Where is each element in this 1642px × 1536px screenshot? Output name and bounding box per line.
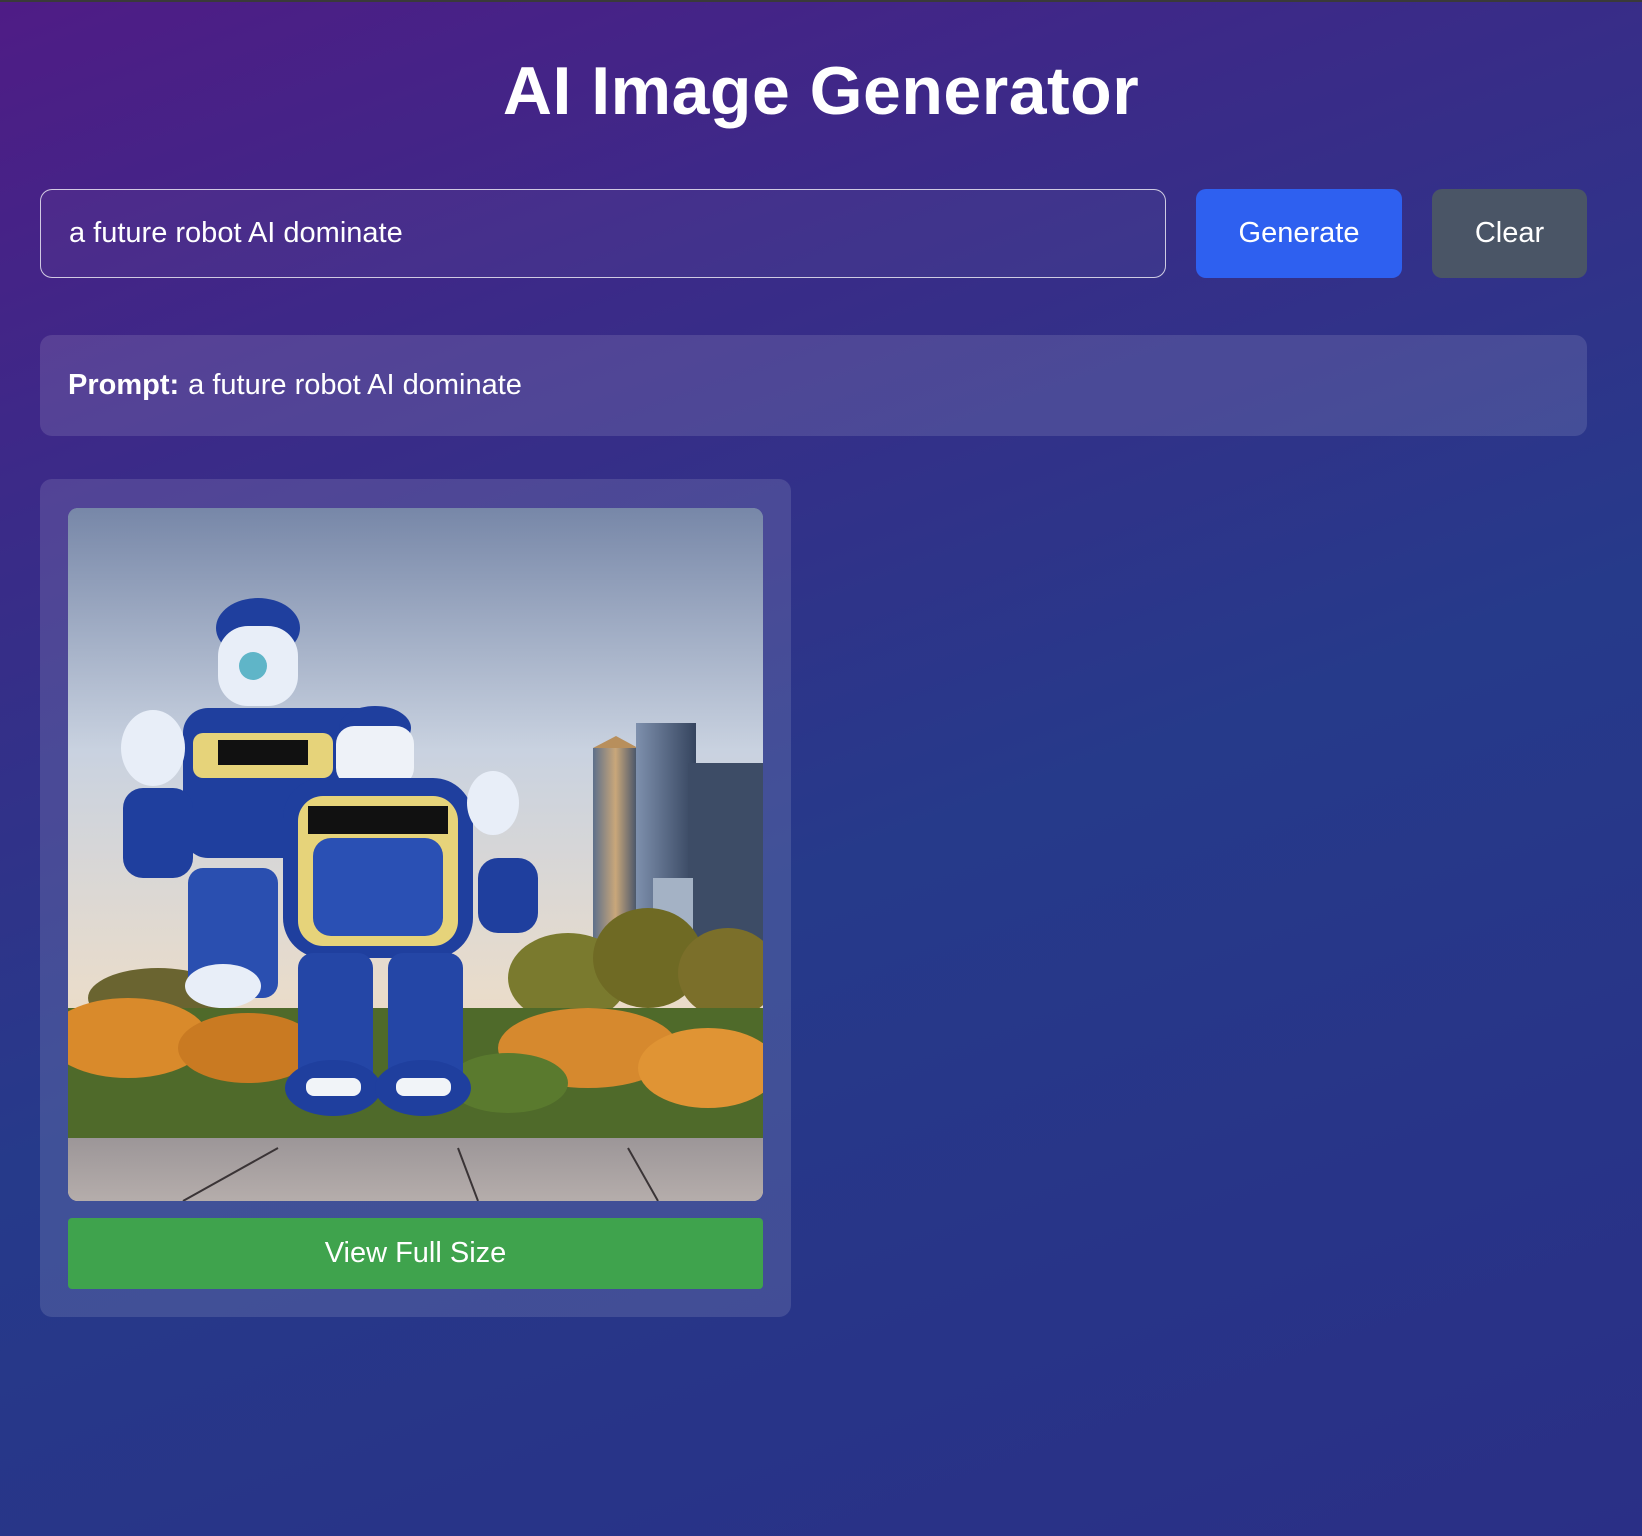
prompt-input[interactable] [40, 189, 1166, 278]
prompt-label: Prompt: [68, 369, 180, 401]
top-border [0, 0, 1642, 2]
robot-illustration [68, 508, 763, 1201]
prompt-display: Prompt: a future robot AI dominate [40, 335, 1587, 436]
generate-button[interactable]: Generate [1196, 189, 1402, 278]
clear-button[interactable]: Clear [1432, 189, 1587, 278]
view-full-size-button[interactable]: View Full Size [68, 1218, 763, 1289]
page-title: AI Image Generator [502, 53, 1140, 129]
prompt-text: a future robot AI dominate [188, 369, 522, 401]
generated-image[interactable] [68, 508, 763, 1201]
result-card: View Full Size [40, 479, 791, 1317]
